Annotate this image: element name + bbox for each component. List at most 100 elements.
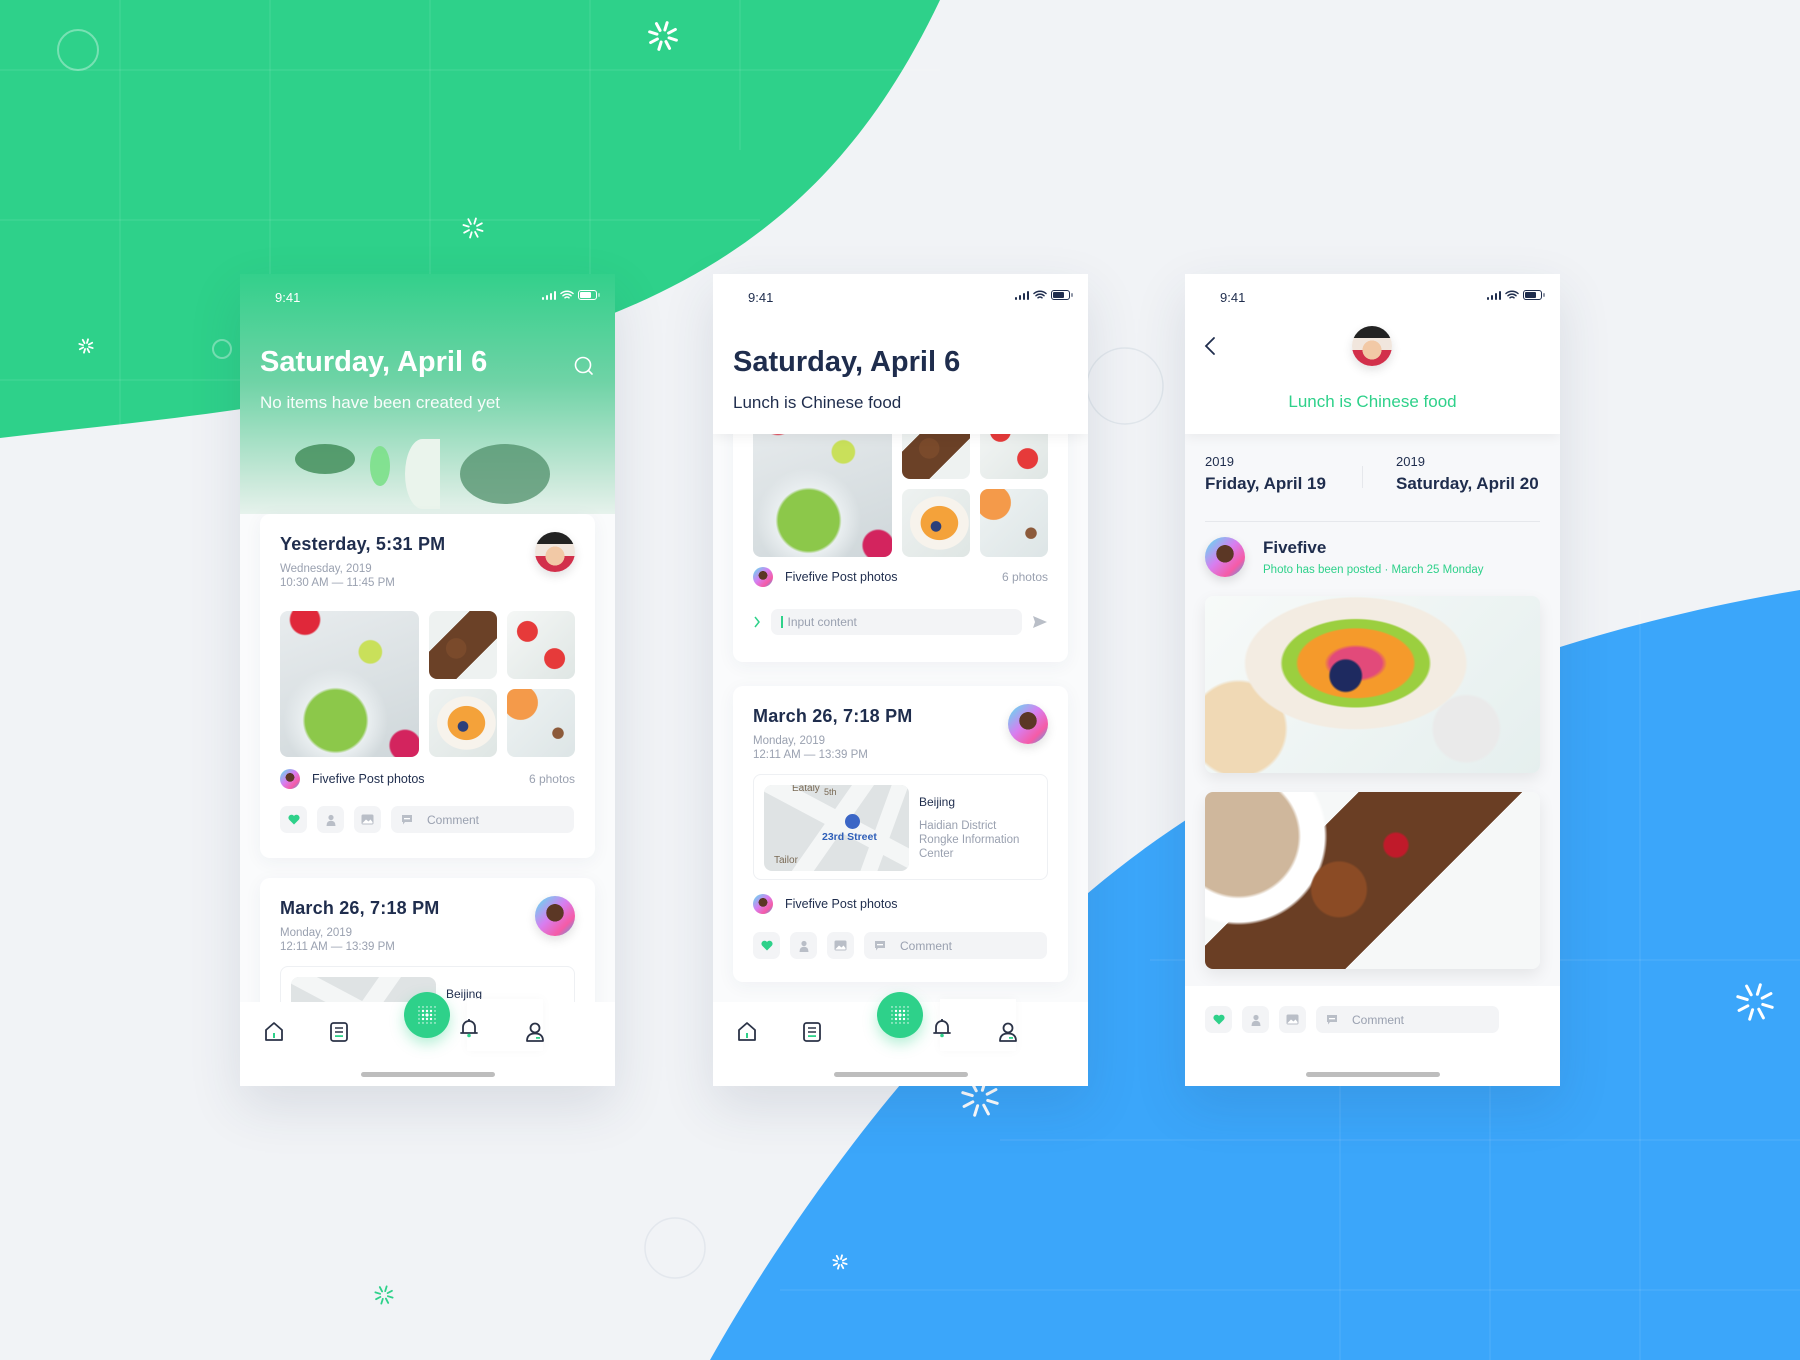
author-name: Fivefive: [1263, 538, 1327, 557]
sparkle-ray: [378, 1286, 384, 1293]
page-subtitle: No items have been created yet: [260, 393, 501, 412]
avatar[interactable]: [1008, 704, 1048, 744]
bell-icon[interactable]: [457, 1016, 481, 1040]
card-day: Wednesday, 2019: [280, 563, 372, 575]
signal-icon: [541, 290, 556, 300]
image-icon: [834, 940, 847, 951]
reply-row: Input content: [753, 609, 1048, 635]
sparkle-ray: [380, 1297, 384, 1305]
back-chevron-icon[interactable]: [1201, 334, 1221, 358]
card-time-range: 12:11 AM — 13:39 PM: [280, 941, 395, 953]
photo-thumbnail[interactable]: [902, 489, 970, 557]
author-avatar[interactable]: [1205, 537, 1245, 577]
home-icon[interactable]: [735, 1020, 759, 1044]
list-icon[interactable]: [327, 1020, 351, 1044]
like-button[interactable]: [280, 806, 307, 833]
signal-icon: [1486, 290, 1501, 300]
poster-label: Fivefive Post photos: [785, 570, 898, 584]
wifi-icon: [1033, 290, 1047, 299]
avatar[interactable]: [535, 896, 575, 936]
like-button[interactable]: [753, 932, 780, 959]
date-end[interactable]: 2019 Saturday, April 20: [1396, 454, 1539, 494]
comment-placeholder: Comment: [1352, 1012, 1405, 1027]
avatar[interactable]: [535, 532, 575, 572]
card-meta: Monday, 2019 12:11 AM — 13:39 PM: [280, 926, 395, 954]
poster-avatar: [753, 567, 773, 587]
poster-label: Fivefive Post photos: [312, 772, 425, 786]
person-icon: [799, 940, 808, 952]
location-name: Beijing: [919, 795, 956, 809]
sparkle-ray: [375, 1295, 382, 1301]
profile-icon[interactable]: [523, 1020, 547, 1044]
card-time-range: 12:11 AM — 13:39 PM: [753, 749, 868, 761]
card-meta: Monday, 2019 12:11 AM — 13:39 PM: [753, 734, 868, 762]
photo-thumbnail[interactable]: [507, 611, 575, 679]
photo-thumbnail[interactable]: [507, 689, 575, 757]
profile-icon[interactable]: [996, 1020, 1020, 1044]
like-button[interactable]: [1205, 1006, 1232, 1033]
page-title: Lunch is Chinese food: [1288, 392, 1457, 411]
card-meta: Wednesday, 2019 10:30 AM — 11:45 PM: [280, 562, 395, 590]
date-year: 2019: [1205, 454, 1234, 469]
photo-thumbnail[interactable]: [429, 689, 497, 757]
avatar[interactable]: [1352, 326, 1392, 366]
add-fab-button[interactable]: [877, 992, 923, 1038]
list-icon[interactable]: [800, 1020, 824, 1044]
home-indicator: [834, 1072, 968, 1077]
deco-circle: [1086, 347, 1164, 425]
card-time-range: 10:30 AM — 11:45 PM: [280, 577, 395, 589]
post-photo[interactable]: [1205, 596, 1540, 773]
status-time: 9:41: [275, 290, 301, 305]
timeline-card[interactable]: Yesterday, 5:31 PM Wednesday, 2019 10:30…: [260, 514, 595, 858]
date-year: 2019: [1396, 454, 1425, 469]
bell-icon[interactable]: [930, 1016, 954, 1040]
image-button[interactable]: [354, 806, 381, 833]
battery-icon: [1523, 290, 1545, 300]
tab-bar: [240, 992, 615, 1086]
people-button[interactable]: [317, 806, 344, 833]
timeline-card[interactable]: March 26, 7:18 PM Monday, 2019 12:11 AM …: [733, 686, 1068, 982]
map-thumbnail[interactable]: Eataly 5th 23rd Street Tailor: [764, 785, 909, 871]
chevron-right-icon[interactable]: [753, 616, 761, 628]
date-start[interactable]: 2019 Friday, April 19: [1205, 454, 1326, 494]
date-label: Friday, April 19: [1205, 474, 1326, 493]
action-row: Comment: [280, 806, 574, 833]
grid-fab-icon: [891, 1006, 909, 1024]
people-button[interactable]: [1242, 1006, 1269, 1033]
post-photo[interactable]: [1205, 792, 1540, 969]
image-button[interactable]: [1279, 1006, 1306, 1033]
image-button[interactable]: [827, 932, 854, 959]
photo-card[interactable]: Fivefive Post photos 6 photos Input cont…: [733, 394, 1068, 662]
reply-input[interactable]: Input content: [771, 609, 1022, 635]
photo-count: 6 photos: [528, 772, 575, 786]
comment-input[interactable]: Comment: [1316, 1006, 1499, 1033]
comment-input[interactable]: Comment: [864, 932, 1047, 959]
sparkle-ray: [837, 1264, 840, 1270]
photo-thumbnail[interactable]: [429, 611, 497, 679]
vegetable-image: [370, 446, 390, 486]
send-icon[interactable]: [1032, 615, 1048, 629]
location-address: Haidian District Rongke Information Cent…: [919, 819, 1019, 861]
comment-icon: [402, 814, 412, 824]
card-day: Monday, 2019: [280, 927, 353, 939]
home-icon[interactable]: [262, 1020, 286, 1044]
image-icon: [361, 814, 374, 825]
detail-screen: 9:41 Saturday, April 6 Lunch is Chinese …: [713, 274, 1088, 1086]
sparkle-ray: [88, 346, 94, 349]
status-bar: 9:41: [240, 274, 615, 318]
battery-icon: [1051, 290, 1073, 300]
person-icon: [1251, 1014, 1260, 1026]
people-button[interactable]: [790, 932, 817, 959]
transit-pin-icon: [845, 814, 860, 829]
add-fab-button[interactable]: [404, 992, 450, 1038]
date-label: Saturday, April 20: [1396, 474, 1539, 493]
detail-header: 9:41 Saturday, April 6 Lunch is Chinese …: [713, 274, 1088, 434]
wifi-icon: [560, 290, 574, 299]
photo-thumbnail[interactable]: [280, 611, 419, 757]
search-icon[interactable]: [573, 355, 595, 377]
page-title: Saturday, April 6: [733, 346, 961, 378]
photo-thumbnail[interactable]: [980, 489, 1048, 557]
location-card[interactable]: Eataly 5th 23rd Street Tailor Beijing Ha…: [753, 774, 1048, 880]
signal-icon: [1014, 290, 1029, 300]
comment-input[interactable]: Comment: [391, 806, 574, 833]
